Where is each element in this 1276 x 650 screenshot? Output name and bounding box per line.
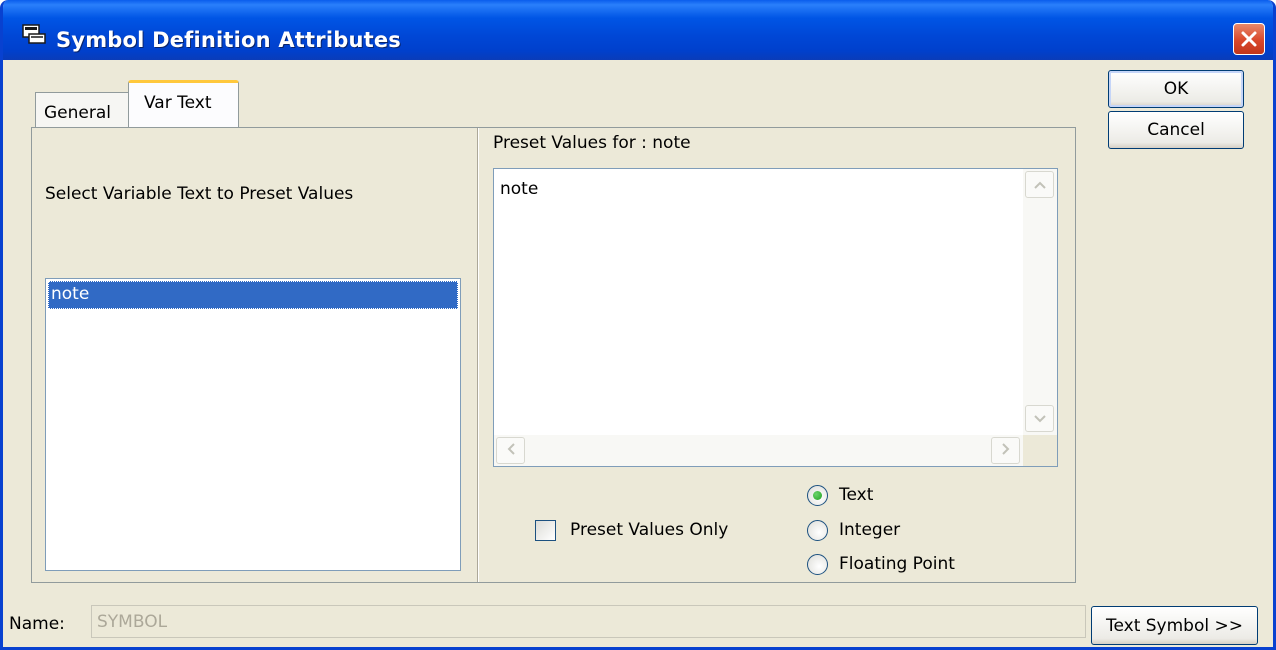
chevron-right-icon bbox=[1001, 441, 1011, 461]
close-icon bbox=[1240, 30, 1258, 48]
scrollbar-corner bbox=[1023, 435, 1057, 466]
tab-var-text-label: Var Text bbox=[144, 93, 212, 113]
app-window-icon bbox=[22, 24, 46, 44]
title-bar[interactable]: Symbol Definition Attributes bbox=[3, 0, 1273, 60]
scroll-up-button[interactable] bbox=[1025, 171, 1054, 198]
ok-button-label: OK bbox=[1163, 79, 1189, 99]
tab-general-label: General bbox=[44, 103, 111, 123]
list-item[interactable]: note bbox=[48, 281, 458, 309]
list-item-label: note bbox=[51, 284, 90, 304]
radio-integer[interactable] bbox=[807, 520, 828, 541]
preset-values-only-label: Preset Values Only bbox=[570, 520, 729, 540]
chevron-down-icon bbox=[1033, 409, 1047, 429]
name-field-value: SYMBOL bbox=[97, 612, 168, 632]
radio-floating-point[interactable] bbox=[807, 554, 828, 575]
preset-values-only-checkbox[interactable] bbox=[535, 520, 556, 541]
variable-text-list[interactable]: note bbox=[45, 278, 461, 571]
horizontal-scrollbar[interactable] bbox=[494, 435, 1024, 466]
var-text-panel: Select Variable Text to Preset Values no… bbox=[31, 127, 1076, 583]
cancel-button-label: Cancel bbox=[1147, 120, 1205, 140]
ok-button[interactable]: OK bbox=[1108, 70, 1244, 108]
scroll-right-button[interactable] bbox=[991, 437, 1020, 464]
name-field[interactable]: SYMBOL bbox=[91, 605, 1086, 638]
radio-text[interactable] bbox=[807, 485, 828, 506]
dialog-window: Symbol Definition Attributes General Var… bbox=[0, 0, 1276, 650]
vertical-scrollbar[interactable] bbox=[1023, 169, 1057, 435]
chevron-left-icon bbox=[506, 441, 516, 461]
scroll-left-button[interactable] bbox=[496, 437, 525, 464]
radio-selected-dot bbox=[813, 491, 822, 500]
radio-floating-point-label: Floating Point bbox=[839, 554, 955, 574]
panel-divider bbox=[477, 128, 479, 582]
tab-general[interactable]: General bbox=[35, 92, 129, 127]
preset-values-text: note bbox=[500, 179, 539, 199]
chevron-up-icon bbox=[1033, 175, 1047, 195]
text-symbol-button-label: Text Symbol >> bbox=[1105, 615, 1243, 636]
text-symbol-button[interactable]: Text Symbol >> bbox=[1091, 606, 1258, 645]
window-title: Symbol Definition Attributes bbox=[56, 28, 401, 52]
cancel-button[interactable]: Cancel bbox=[1108, 111, 1244, 149]
radio-text-label: Text bbox=[839, 485, 874, 505]
name-label: Name: bbox=[9, 614, 65, 634]
preset-values-label: Preset Values for : note bbox=[493, 133, 691, 153]
close-button[interactable] bbox=[1233, 23, 1265, 55]
radio-integer-label: Integer bbox=[839, 520, 901, 540]
instruction-label: Select Variable Text to Preset Values bbox=[45, 184, 354, 204]
scroll-down-button[interactable] bbox=[1025, 405, 1054, 432]
tab-var-text[interactable]: Var Text bbox=[128, 80, 239, 128]
preset-values-textarea[interactable]: note bbox=[493, 168, 1058, 467]
